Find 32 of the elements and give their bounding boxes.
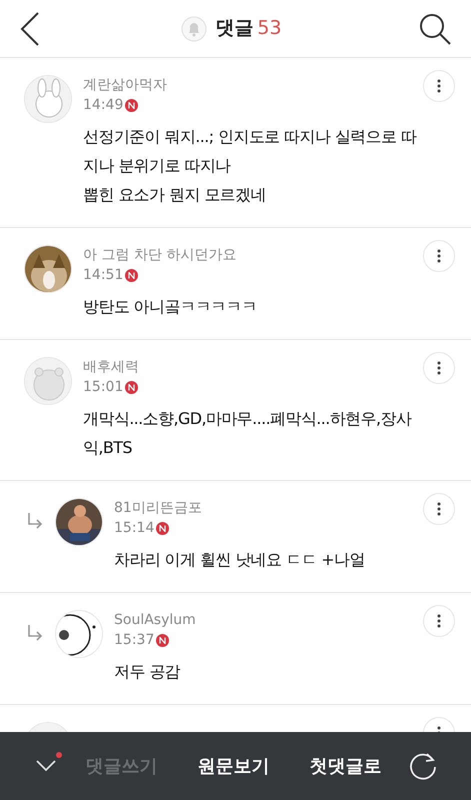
more-icon [437, 614, 441, 628]
comment-text: 저두 공감 [114, 661, 182, 683]
more-button[interactable] [423, 240, 455, 272]
chevron-down-icon [36, 760, 56, 772]
author-name[interactable]: 81미리뜬금포 [114, 498, 423, 518]
reply-arrow-icon [27, 512, 45, 530]
more-button[interactable] [423, 352, 455, 384]
reply-arrow-icon [27, 624, 45, 642]
comment-time: 15:37 [114, 631, 154, 650]
comment-count: 53 [257, 16, 282, 42]
more-icon [437, 502, 441, 516]
more-icon [437, 79, 441, 93]
author-name[interactable]: 계란삶아먹자 [83, 75, 423, 95]
comment-text: 선정기준이 뭐지...; 인지도로 따지나 실력으로 따지나 분위기로 따지나 뽑힌 요소가 뭔지 모르겠네 [83, 126, 418, 206]
comment-text: 방탄도 아니곸ㅋㅋㅋㅋㅋ [83, 296, 258, 318]
more-button[interactable] [423, 605, 455, 637]
author-name[interactable]: 배후세력 [83, 357, 423, 377]
more-icon [437, 361, 441, 375]
page-title: 댓글 [215, 16, 254, 42]
comment-time: 15:01 [83, 378, 124, 397]
author-name[interactable]: 아 그럼 차단 하시던가요 [83, 245, 423, 265]
comment-text: 차라리 이게 휠씬 낫네요 ㄷㄷ +나얼 [114, 549, 366, 571]
action-button[interactable]: 첫댓글로 [310, 752, 382, 780]
more-button[interactable] [423, 493, 455, 525]
more-button[interactable] [423, 70, 455, 102]
comment-time: 15:14 [114, 519, 154, 538]
more-icon [437, 249, 441, 263]
comment-time: 14:51 [83, 266, 124, 285]
author-name[interactable]: SoulAsylum [114, 610, 423, 630]
comment-text: 개막식...소향,GD,마마무....폐막식...하현우,장사익,BTS [83, 408, 413, 459]
action-button[interactable]: 원문보기 [198, 752, 270, 780]
comment-time: 14:49 [83, 96, 124, 115]
